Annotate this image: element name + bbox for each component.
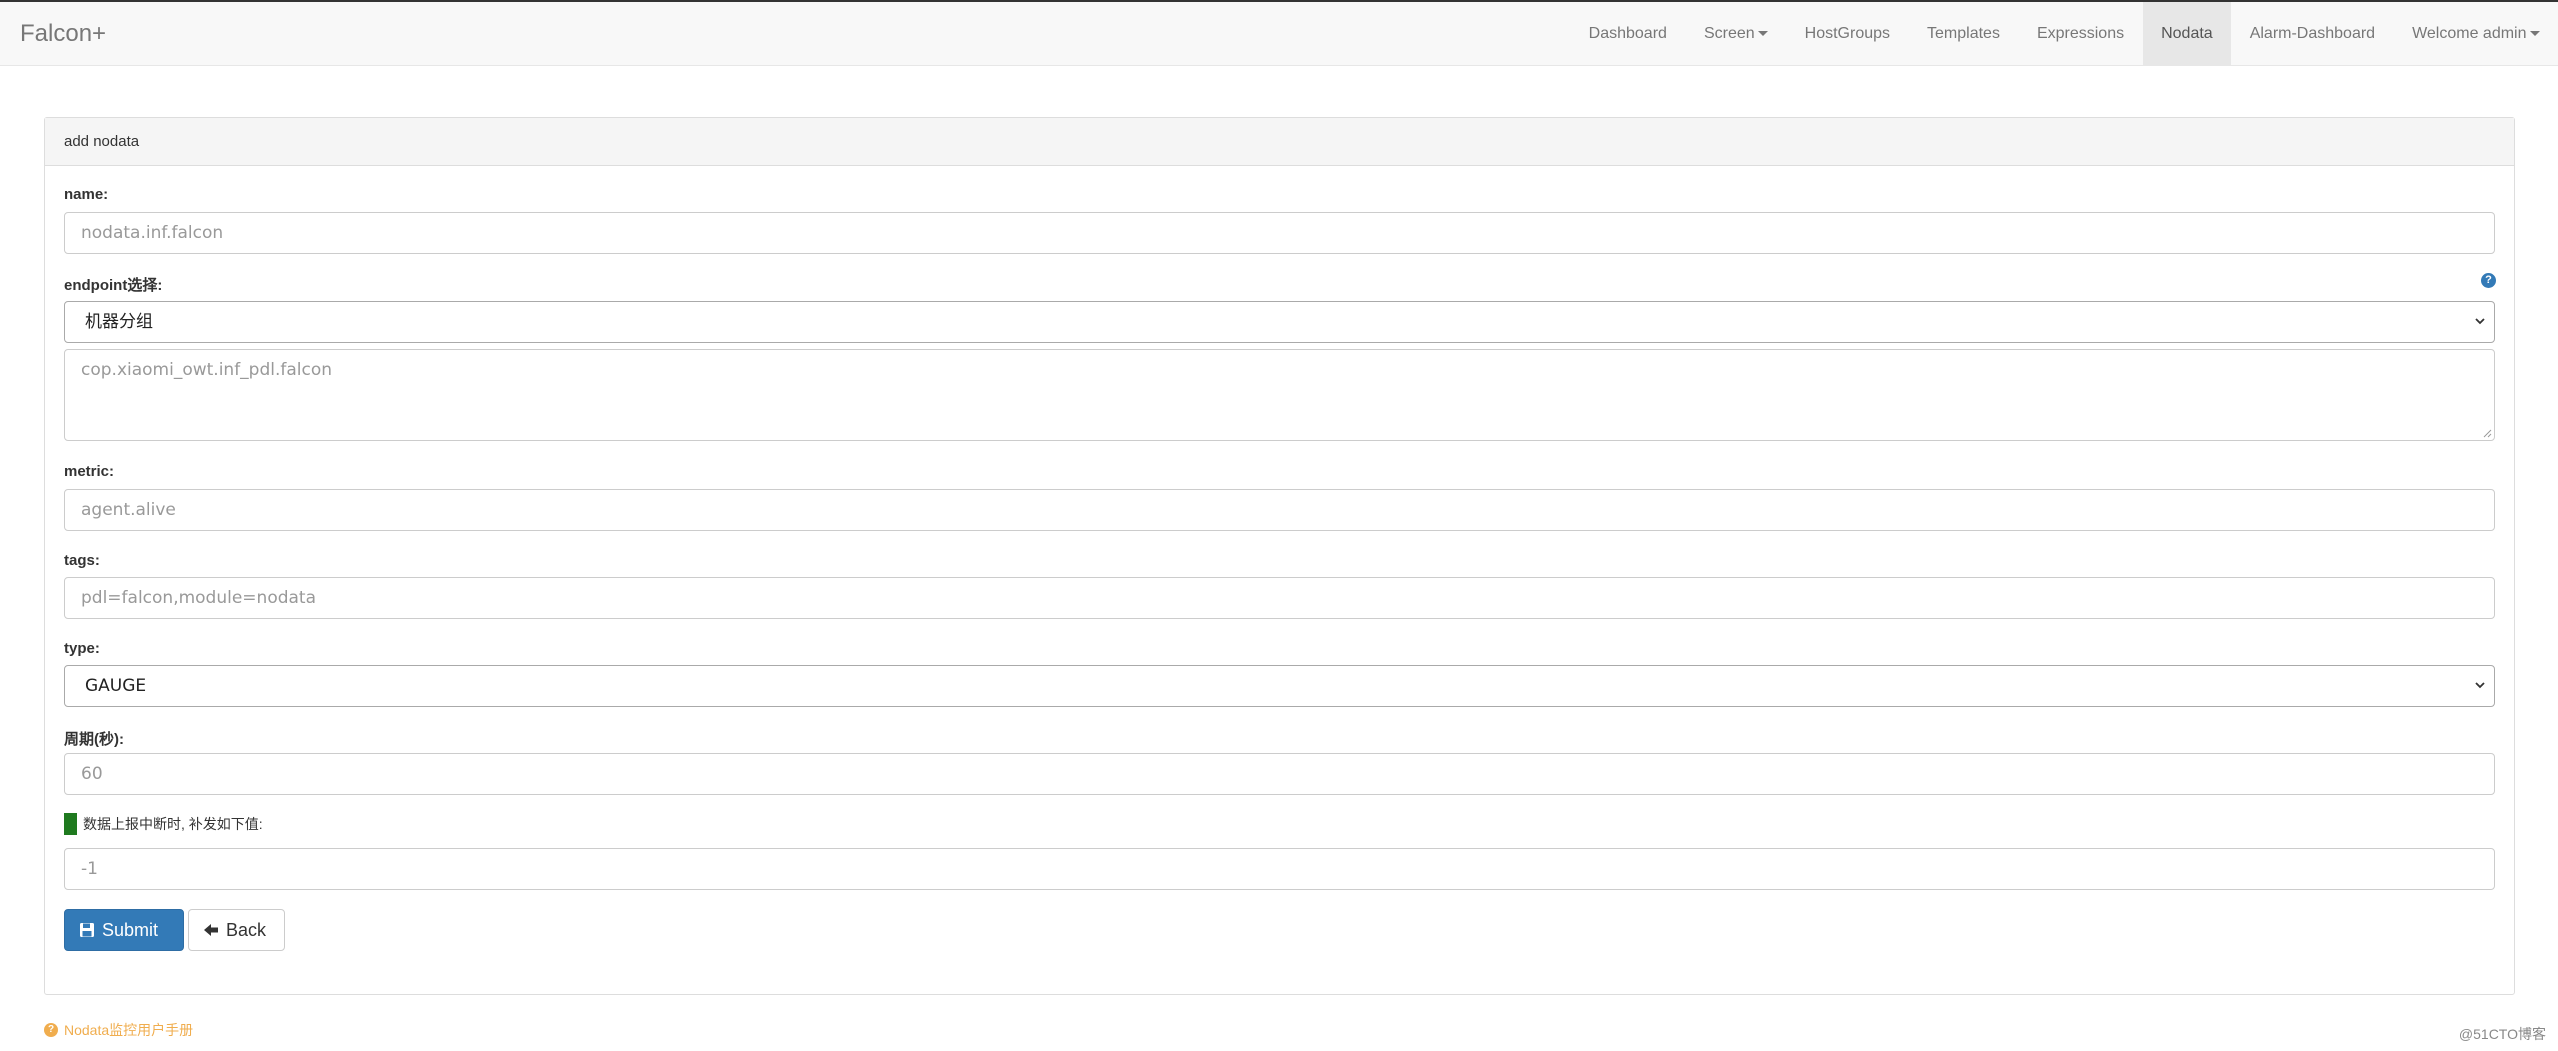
fill-checkbox-row: 数据上报中断时, 补发如下值: — [64, 813, 263, 835]
nav-item-screen[interactable]: Screen — [1685, 2, 1786, 66]
type-select[interactable]: GAUGE — [64, 665, 2495, 707]
endpoint-select[interactable]: 机器分组 — [64, 301, 2495, 343]
period-input[interactable]: 60 — [64, 753, 2495, 795]
back-label: Back — [226, 919, 267, 940]
fill-value-placeholder: -1 — [81, 859, 98, 879]
floppy-disk-icon — [80, 923, 94, 937]
panel-title: add nodata — [45, 118, 2514, 166]
type-label: type: — [64, 640, 100, 657]
period-label: 周期(秒): — [64, 731, 124, 748]
fill-checkbox[interactable] — [64, 813, 77, 835]
nav-item-hostgroups[interactable]: HostGroups — [1786, 2, 1908, 66]
fill-value-input[interactable]: -1 — [64, 848, 2495, 890]
endpoint-selected-value: 机器分组 — [85, 312, 153, 332]
caret-down-icon — [1757, 31, 1768, 37]
top-navbar: Falcon+ Dashboard Screen HostGroups Temp… — [0, 0, 2558, 66]
tags-label: tags: — [64, 552, 100, 569]
fill-checkbox-label: 数据上报中断时, 补发如下值: — [83, 816, 263, 832]
metric-placeholder: agent.alive — [81, 500, 176, 520]
nav-item-dashboard[interactable]: Dashboard — [1570, 2, 1685, 66]
nav-menu: Dashboard Screen HostGroups Templates Ex… — [1570, 2, 2558, 66]
user-manual-link[interactable]: ? Nodata监控用户手册 — [44, 1020, 193, 1040]
question-circle-icon: ? — [44, 1023, 58, 1037]
chevron-down-icon — [2475, 318, 2485, 325]
arrow-left-icon — [204, 924, 218, 936]
resize-grip-icon[interactable] — [2482, 428, 2492, 438]
nav-label: Expressions — [2036, 25, 2125, 42]
user-manual-link-text: Nodata监控用户手册 — [64, 1022, 194, 1038]
type-selected-value: GAUGE — [85, 676, 147, 696]
endpoint-textarea[interactable]: cop.xiaomi_owt.inf_pdl.falcon — [64, 349, 2495, 441]
name-placeholder: nodata.inf.falcon — [81, 223, 224, 243]
nav-item-alarm-dashboard[interactable]: Alarm-Dashboard — [2231, 2, 2393, 66]
watermark: @51CTO博客 — [2458, 1026, 2546, 1042]
nav-label: HostGroups — [1804, 25, 1891, 42]
add-nodata-panel: add nodata name: nodata.inf.falcon endpo… — [44, 117, 2515, 995]
period-placeholder: 60 — [81, 764, 103, 784]
name-input[interactable]: nodata.inf.falcon — [64, 212, 2495, 254]
nav-label: Screen — [1703, 25, 1755, 42]
nav-label: Nodata — [2161, 25, 2213, 42]
metric-input[interactable]: agent.alive — [64, 489, 2495, 531]
name-label: name: — [64, 186, 109, 203]
help-icon[interactable]: ? — [2481, 273, 2496, 288]
brand-logo[interactable]: Falcon+ — [20, 2, 106, 66]
endpoint-label: endpoint选择: — [64, 277, 163, 294]
nav-item-templates[interactable]: Templates — [1909, 2, 2019, 66]
nav-item-nodata[interactable]: Nodata — [2142, 2, 2232, 66]
nav-label: Dashboard — [1588, 25, 1667, 42]
endpoint-textarea-placeholder: cop.xiaomi_owt.inf_pdl.falcon — [81, 360, 333, 380]
tags-input[interactable]: pdl=falcon,module=nodata — [64, 577, 2495, 619]
submit-label: Submit — [102, 919, 159, 940]
nav-label: Alarm-Dashboard — [2249, 25, 2376, 42]
submit-button[interactable]: Submit — [64, 909, 184, 951]
metric-label: metric: — [64, 463, 115, 480]
tags-placeholder: pdl=falcon,module=nodata — [81, 588, 317, 608]
nav-item-user-menu[interactable]: Welcome admin — [2394, 2, 2558, 66]
chevron-down-icon — [2475, 682, 2485, 689]
nav-label: Templates — [1927, 25, 2000, 42]
nav-label: Welcome admin — [2412, 25, 2527, 42]
back-button[interactable]: Back — [188, 909, 285, 951]
caret-down-icon — [2529, 31, 2540, 37]
nav-item-expressions[interactable]: Expressions — [2018, 2, 2142, 66]
